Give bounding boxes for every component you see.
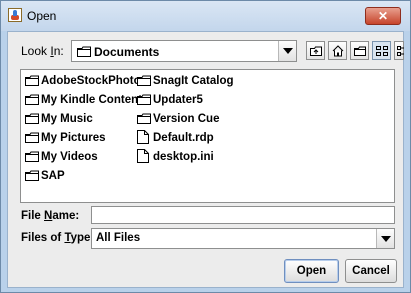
look-in-label-suffix: n: (53, 44, 64, 58)
folder-icon (137, 113, 151, 127)
list-view-button[interactable] (372, 41, 391, 60)
folder-icon (25, 113, 39, 127)
folder-icon (137, 94, 151, 108)
look-in-label-prefix: Look (21, 44, 51, 58)
file-name: SnagIt Catalog (153, 75, 234, 87)
file-name: My Music (41, 113, 93, 125)
file-name-label-suffix: ame: (52, 210, 80, 222)
folder-icon (25, 151, 39, 165)
list-view-icon (376, 46, 388, 56)
up-folder-icon (310, 46, 322, 56)
chevron-down-icon[interactable] (278, 41, 296, 61)
file-icon (137, 130, 149, 147)
file-name: My Videos (41, 151, 98, 163)
look-in-label: Look In: (21, 44, 64, 58)
folder-icon (77, 46, 91, 60)
folder-icon (25, 75, 39, 89)
file-name: My Pictures (41, 132, 106, 144)
home-button[interactable] (328, 41, 347, 60)
folder-icon (25, 94, 39, 108)
java-app-icon (8, 8, 22, 22)
up-one-level-button[interactable] (306, 41, 325, 60)
close-button[interactable]: ✕ (365, 7, 401, 25)
file-type-label-prefix: Files of (21, 232, 65, 244)
file-name: My Kindle Content (41, 94, 142, 106)
file-name: SAP (41, 170, 65, 182)
file-type-label: Files of Type: (21, 232, 94, 244)
new-folder-icon (354, 46, 366, 56)
open-dialog-window: Open ✕ Look In: Documents AdobeStockPhot… (0, 0, 411, 293)
home-icon (332, 45, 344, 57)
window-title: Open (27, 9, 57, 23)
file-name: Updater5 (153, 94, 203, 106)
details-view-icon (397, 46, 404, 56)
look-in-dropdown[interactable]: Documents (71, 40, 297, 62)
details-view-button[interactable] (394, 41, 404, 60)
chevron-down-icon[interactable] (376, 229, 394, 248)
file-name-input[interactable] (91, 206, 395, 224)
file-name: Default.rdp (153, 132, 214, 144)
folder-icon (25, 132, 39, 146)
file-name: Version Cue (153, 113, 220, 125)
folder-icon (25, 170, 39, 184)
folder-icon (137, 75, 151, 89)
file-name-label-prefix: File (21, 210, 45, 222)
file-type-value: All Files (96, 232, 141, 244)
title-bar[interactable]: Open ✕ (1, 1, 410, 31)
file-icon (137, 149, 149, 166)
cancel-button[interactable]: Cancel (345, 259, 397, 283)
file-name-label: File Name: (21, 210, 79, 222)
file-name: desktop.ini (153, 151, 214, 163)
file-name: AdobeStockPhotos (41, 75, 148, 87)
look-in-value: Documents (94, 45, 160, 59)
dialog-content: Look In: Documents AdobeStockPhotos My K… (7, 31, 404, 288)
open-button[interactable]: Open (284, 259, 339, 283)
file-type-dropdown[interactable]: All Files (91, 228, 395, 249)
new-folder-button[interactable] (350, 41, 369, 60)
file-list[interactable]: AdobeStockPhotos My Kindle Content My Mu… (20, 69, 395, 203)
